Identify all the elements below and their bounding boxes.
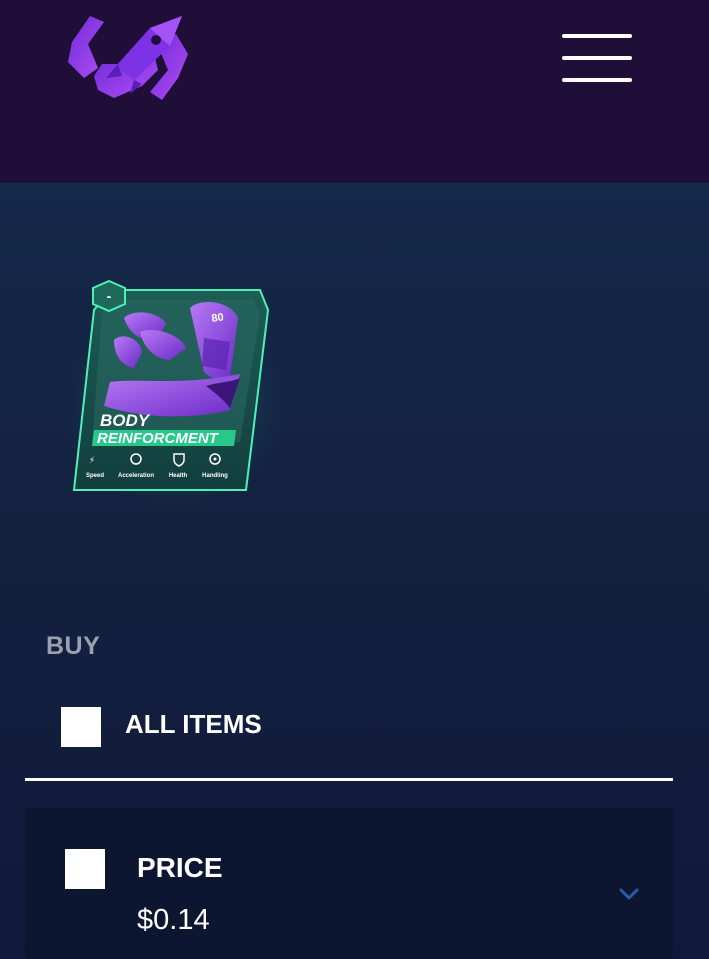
hamburger-menu-button[interactable]: [560, 30, 634, 86]
all-items-checkbox[interactable]: [61, 707, 101, 747]
lightning-icon: ⚡: [89, 456, 95, 466]
svg-text:80: 80: [211, 311, 225, 325]
stat-label-health: Health: [169, 473, 188, 479]
card-title-line1: BODY: [100, 411, 151, 430]
menu-line: [562, 56, 632, 60]
rocket-logo-icon[interactable]: [58, 6, 198, 110]
stat-label-speed: Speed: [86, 473, 104, 479]
header-bar: [0, 0, 709, 183]
price-value: $0.14: [137, 904, 210, 936]
all-items-toggle[interactable]: ALL ITEMS: [60, 704, 460, 748]
item-card-body-reinforcement[interactable]: 80 - BODY REINFORCMENT ⚡ Speed Accelerat…: [70, 278, 275, 496]
buy-heading: BUY: [46, 632, 101, 660]
card-title-line2: REINFORCMENT: [97, 430, 220, 447]
card-badge: -: [107, 288, 112, 304]
listing-row[interactable]: PRICE $0.14: [25, 808, 673, 959]
listing-checkbox[interactable]: [65, 849, 105, 889]
stat-label-acceleration: Acceleration: [118, 473, 154, 479]
menu-line: [562, 78, 632, 82]
stat-label-handling: Handling: [202, 473, 228, 479]
price-label: PRICE: [137, 852, 223, 883]
chevron-down-icon[interactable]: [617, 886, 641, 902]
menu-line: [562, 34, 632, 38]
all-items-label: ALL ITEMS: [125, 709, 262, 739]
divider: [25, 778, 673, 781]
